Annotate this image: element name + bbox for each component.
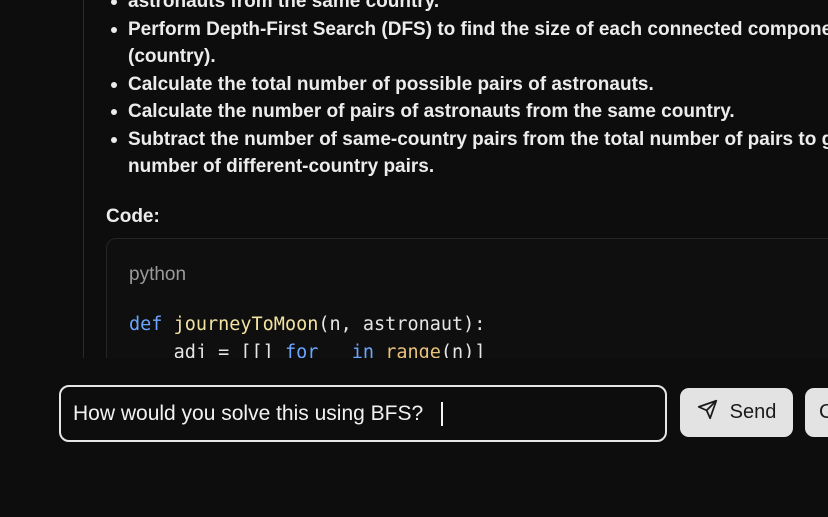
chat-transcript: astronauts from the same country. Perfor… (0, 0, 828, 358)
assistant-message: astronauts from the same country. Perfor… (106, 0, 828, 358)
code-block[interactable]: python def journeyToMoon(n, astronaut): … (106, 238, 828, 358)
list-item: Calculate the number of pairs of astrona… (111, 98, 828, 126)
list-item: Perform Depth-First Search (DFS) to find… (111, 16, 828, 71)
code-function-name: journeyToMoon (173, 314, 319, 335)
message-input[interactable] (73, 387, 653, 440)
list-item: Subtract the number of same-country pair… (111, 126, 828, 181)
text-caret (441, 402, 443, 426)
message-composer[interactable] (59, 385, 667, 442)
list-item-text: Calculate the number of pairs of astrona… (128, 101, 735, 122)
secondary-action-button[interactable]: C (805, 388, 828, 437)
code-heading: Code: (106, 205, 160, 227)
list-item: Calculate the total number of possible p… (111, 71, 828, 99)
code-keyword: for (284, 342, 319, 358)
code-text: (n, astronaut): (318, 314, 486, 335)
step-list: astronauts from the same country. Perfor… (106, 0, 828, 181)
thread-rail (83, 0, 84, 358)
list-item: astronauts from the same country. (111, 0, 828, 16)
code-text: adj = [[] (173, 342, 285, 358)
code-builtin: range (385, 342, 441, 358)
send-icon (697, 399, 718, 426)
code-keyword: def (129, 314, 163, 335)
send-button-label: Send (729, 401, 777, 423)
code-text: _ (318, 342, 352, 358)
code-content[interactable]: def journeyToMoon(n, astronaut): adj = [… (129, 311, 485, 358)
list-item-text: Subtract the number of same-country pair… (128, 128, 828, 150)
list-item-text: Perform Depth-First Search (DFS) to find… (128, 18, 828, 40)
secondary-action-label: C (819, 401, 828, 423)
list-item-text: Calculate the total number of possible p… (128, 73, 654, 95)
code-language-label: python (129, 264, 187, 285)
list-item-text: astronauts from the same country. (128, 0, 440, 12)
code-line: adj = [[] for _ in range(n)] (129, 342, 486, 358)
list-item-text-continued: (country). (128, 46, 216, 67)
code-keyword: in (351, 342, 375, 358)
list-item-text-continued: number of different-country pairs. (128, 156, 435, 177)
chat-window: astronauts from the same country. Perfor… (0, 0, 828, 517)
send-button[interactable]: Send (680, 388, 793, 437)
code-line: def journeyToMoon(n, astronaut): (129, 314, 485, 335)
code-text: (n)] (440, 342, 486, 358)
